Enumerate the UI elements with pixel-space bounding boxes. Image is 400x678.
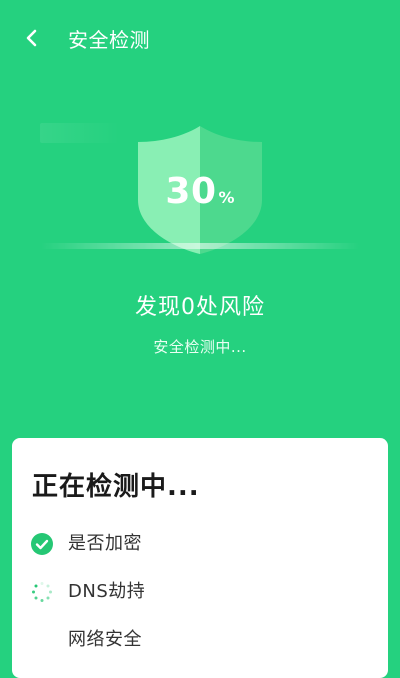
scan-status-text: 安全检测中... xyxy=(153,338,247,356)
check-item-encryption: 是否加密 xyxy=(30,530,142,558)
page-title: 安全检测 xyxy=(68,28,150,52)
check-item-label: 是否加密 xyxy=(68,533,142,554)
header-bar: 安全检测 xyxy=(0,0,400,80)
check-circle-icon xyxy=(30,532,54,556)
progress-unit: % xyxy=(218,188,235,207)
check-item-label: 网络安全 xyxy=(68,629,142,650)
progress-percent: 30% xyxy=(160,171,240,212)
detection-title: 正在检测中... xyxy=(32,472,200,502)
spinner-icon xyxy=(30,580,54,604)
scan-line xyxy=(40,243,360,249)
chevron-left-icon xyxy=(25,29,39,51)
back-button[interactable] xyxy=(18,26,46,54)
detection-card: 正在检测中... 是否加密 DNS劫持 网络安全 xyxy=(12,438,388,678)
pending-placeholder xyxy=(30,628,54,652)
check-item-label: DNS劫持 xyxy=(68,581,146,602)
scan-hero: 30% xyxy=(0,105,400,275)
hero-decoration xyxy=(40,123,120,143)
progress-value: 30 xyxy=(165,171,217,212)
check-item-dns: DNS劫持 xyxy=(30,578,145,606)
check-item-network: 网络安全 xyxy=(30,626,142,654)
risk-headline: 发现0处风险 xyxy=(135,295,265,320)
